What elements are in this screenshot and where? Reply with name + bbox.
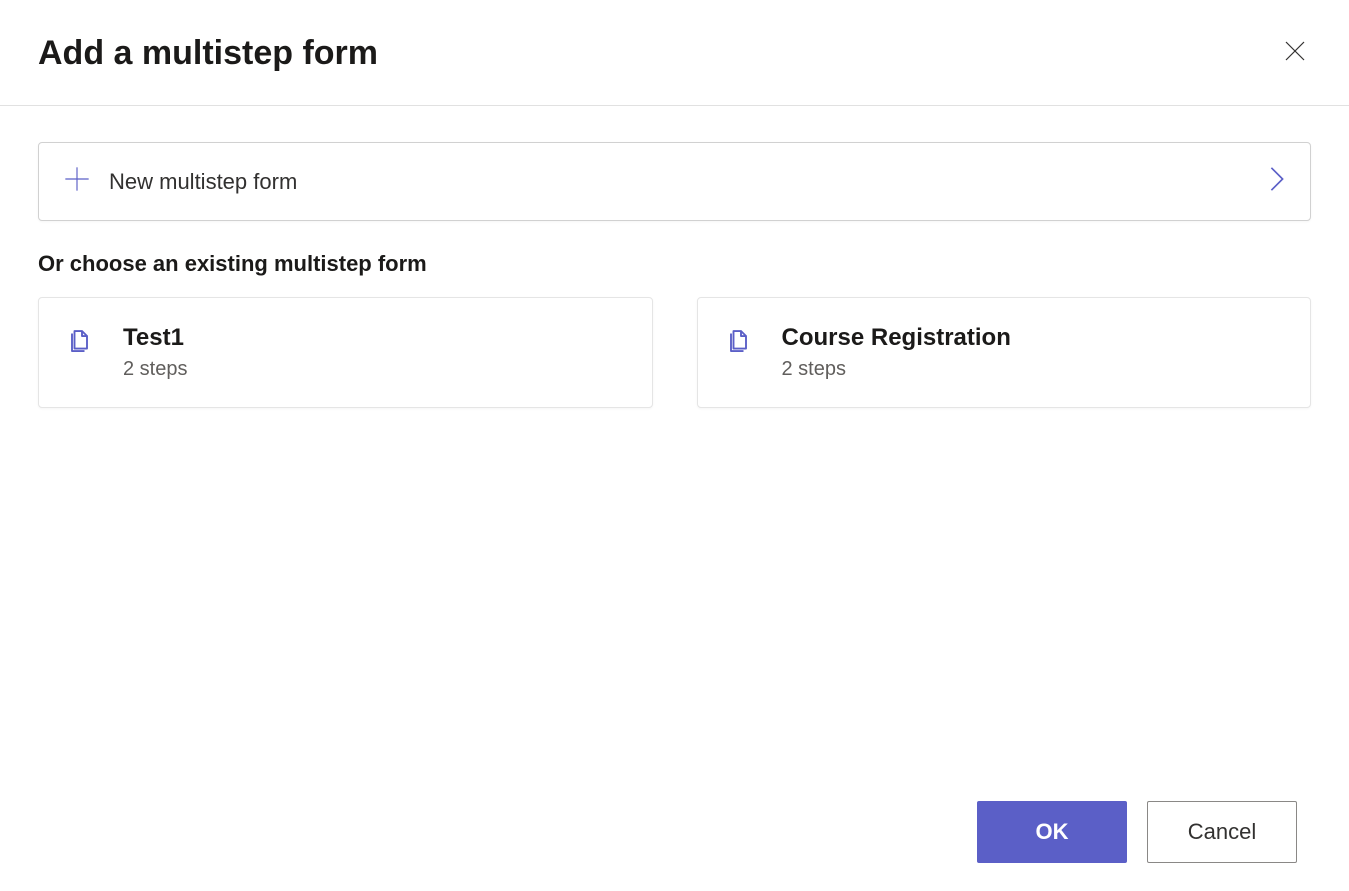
new-form-label: New multistep form xyxy=(109,169,297,195)
form-card-title: Test1 xyxy=(123,324,187,352)
form-card-content: Course Registration 2 steps xyxy=(782,324,1011,381)
cancel-button[interactable]: Cancel xyxy=(1147,801,1297,863)
multistep-form-icon xyxy=(67,326,97,356)
existing-forms-subheading: Or choose an existing multistep form xyxy=(38,251,1311,277)
form-card[interactable]: Test1 2 steps xyxy=(38,297,653,408)
form-card-content: Test1 2 steps xyxy=(123,324,187,381)
new-multistep-form-button[interactable]: New multistep form xyxy=(38,142,1311,221)
close-button[interactable] xyxy=(1279,38,1311,70)
dialog-header: Add a multistep form xyxy=(0,0,1349,106)
chevron-right-icon xyxy=(1268,165,1286,198)
plus-icon xyxy=(63,165,91,198)
form-card-steps: 2 steps xyxy=(123,358,187,381)
close-icon xyxy=(1283,39,1307,68)
dialog-footer: OK Cancel xyxy=(977,801,1297,863)
existing-forms-list: Test1 2 steps Course Registration 2 step… xyxy=(38,297,1311,408)
form-card[interactable]: Course Registration 2 steps xyxy=(697,297,1312,408)
dialog-title: Add a multistep form xyxy=(38,34,378,73)
new-form-left: New multistep form xyxy=(63,165,297,198)
form-card-title: Course Registration xyxy=(782,324,1011,352)
ok-button[interactable]: OK xyxy=(977,801,1127,863)
multistep-form-icon xyxy=(726,326,756,356)
form-card-steps: 2 steps xyxy=(782,358,1011,381)
dialog-content: New multistep form Or choose an existing… xyxy=(0,106,1349,408)
